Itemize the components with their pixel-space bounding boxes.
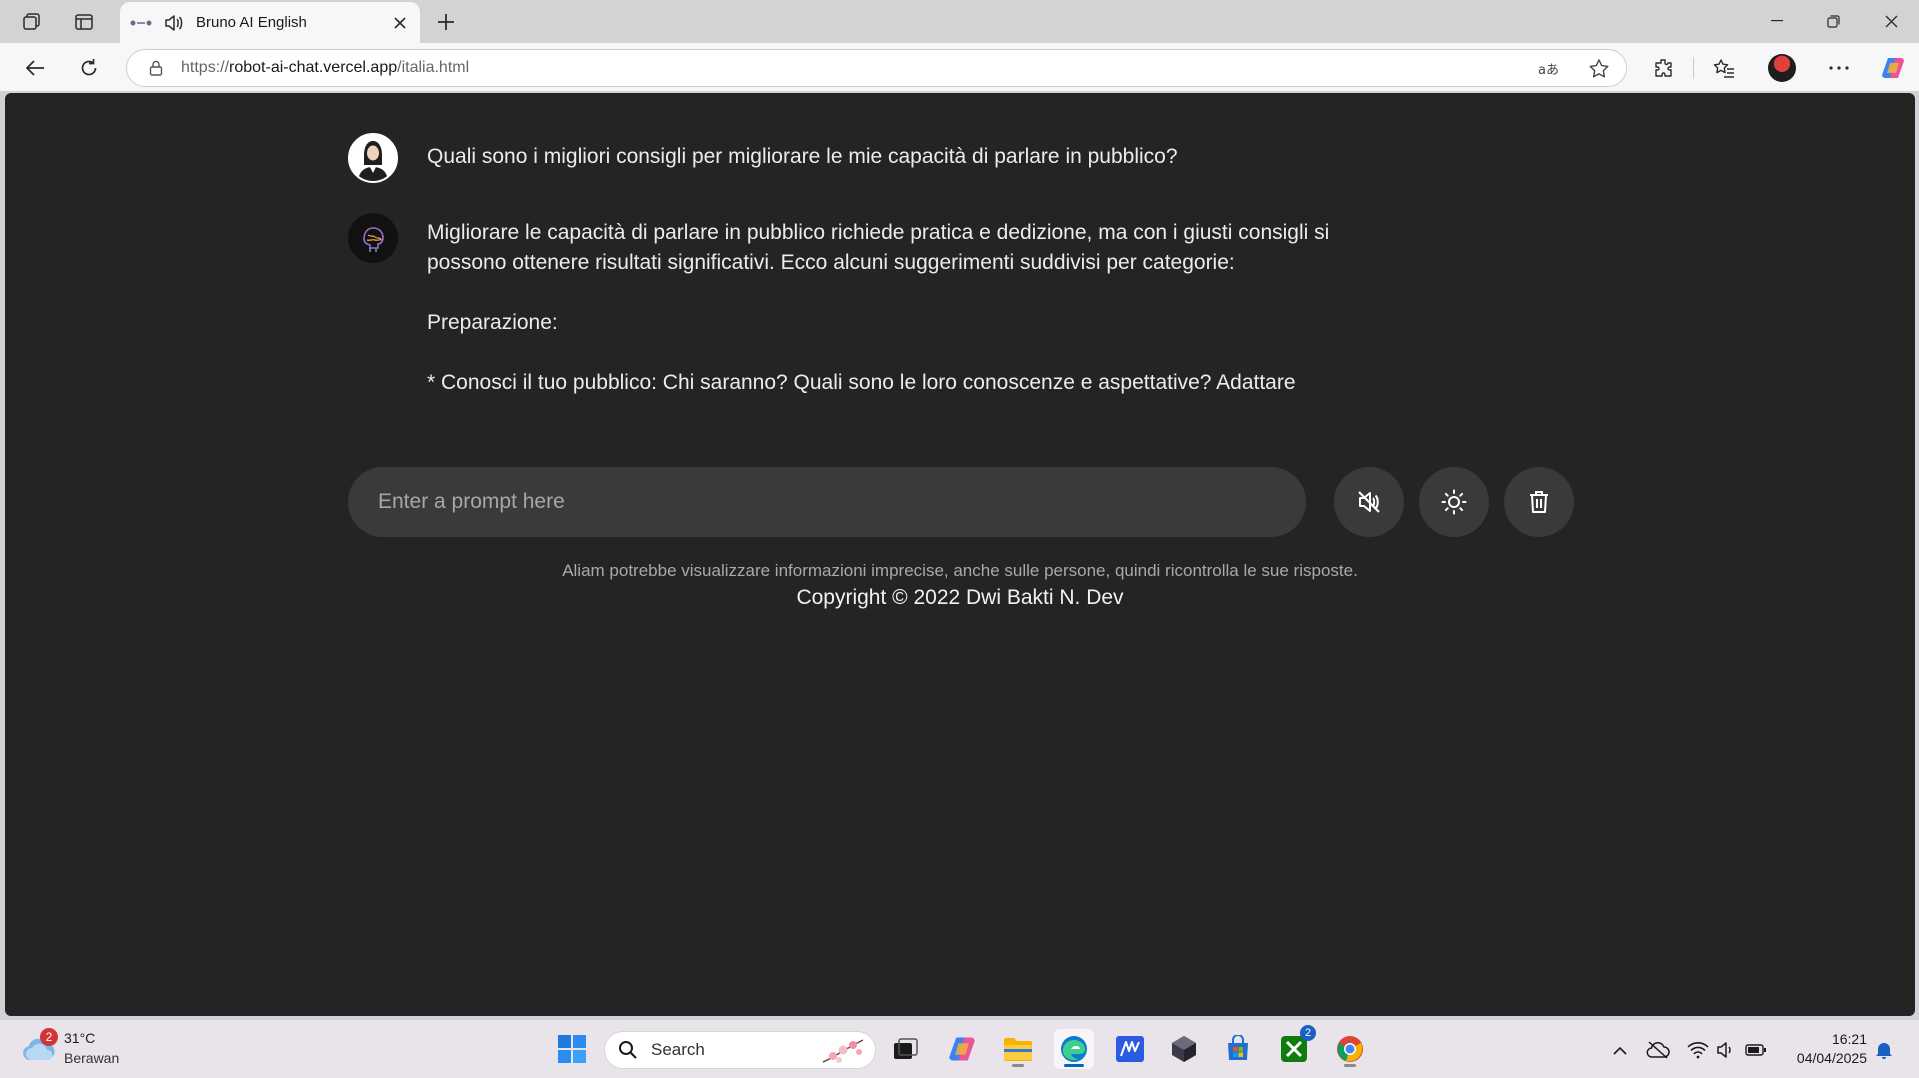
notification-bell-icon[interactable]	[1872, 1038, 1896, 1062]
volume-icon[interactable]	[1714, 1038, 1738, 1062]
close-tab-icon[interactable]	[386, 9, 414, 37]
read-aloud-translate-icon[interactable]: aあ	[1537, 57, 1561, 81]
word-editor-app-icon[interactable]	[1110, 1029, 1150, 1069]
file-explorer-icon[interactable]	[998, 1029, 1038, 1069]
bot-message: Migliorare le capacità di parlare in pub…	[348, 213, 1408, 428]
copilot-icon[interactable]	[1876, 51, 1910, 85]
bot-paragraph: Preparazione:	[427, 311, 558, 334]
lock-icon[interactable]	[147, 59, 165, 77]
extensions-icon[interactable]	[1646, 51, 1680, 85]
taskbar-search[interactable]: Search	[604, 1031, 876, 1069]
search-label: Search	[651, 1040, 705, 1059]
chat-page: Quali sono i migliori consigli per migli…	[5, 93, 1915, 1016]
microsoft-store-icon[interactable]	[1218, 1029, 1258, 1069]
speaker-muted-icon	[1358, 491, 1380, 513]
user-avatar	[348, 133, 398, 183]
url-text[interactable]: https://robot-ai-chat.vercel.app/italia.…	[181, 59, 469, 77]
active-tab[interactable]: Bruno AI English	[120, 2, 420, 43]
bot-brain-avatar	[348, 213, 398, 263]
battery-icon[interactable]	[1744, 1038, 1768, 1062]
copilot-app-icon[interactable]	[942, 1029, 982, 1069]
bot-message-text: Migliorare le capacità di parlare in pub…	[427, 218, 1407, 428]
new-tab-plus-icon[interactable]	[432, 8, 460, 36]
workspaces-icon[interactable]	[16, 8, 48, 36]
task-view-icon[interactable]	[886, 1029, 926, 1069]
trash-icon	[1530, 491, 1548, 513]
refresh-icon[interactable]	[72, 51, 106, 85]
weather-condition: Berawan	[64, 1050, 120, 1066]
system-clock[interactable]: 16:21 04/04/2025	[1797, 1030, 1867, 1068]
search-highlight-blossom-icon	[822, 1039, 864, 1063]
tab-actions-icon[interactable]	[68, 8, 100, 36]
show-hidden-icons-chevron-icon[interactable]	[1608, 1038, 1632, 1062]
browser-toolbar: https://robot-ai-chat.vercel.app/italia.…	[0, 43, 1919, 91]
copyright-text: Copyright © 2022 Dwi Bakti N. Dev	[796, 586, 1124, 609]
restore-window-icon[interactable]	[1810, 6, 1856, 36]
windows-taskbar: 2 31°C Berawan Search 2 16:21 04/04/2025	[0, 1020, 1919, 1078]
xbox-notification-badge: 2	[1300, 1025, 1316, 1041]
clock-time: 16:21	[1831, 1031, 1867, 1047]
tab-strip: Bruno AI English	[0, 0, 1919, 43]
search-icon	[617, 1039, 639, 1061]
bot-paragraph: * Conosci il tuo pubblico: Chi saranno? …	[427, 371, 1296, 394]
chrome-browser-icon[interactable]	[1330, 1029, 1370, 1069]
temperature: 31°C	[64, 1030, 96, 1046]
edge-browser-icon[interactable]	[1054, 1029, 1094, 1069]
bot-paragraph: Migliorare le capacità di parlare in pub…	[427, 221, 1330, 274]
prompt-input[interactable]	[378, 490, 1258, 514]
site-favicon-icon	[130, 16, 152, 30]
tab-title: Bruno AI English	[196, 14, 307, 31]
xbox-app-icon[interactable]: 2	[1274, 1025, 1316, 1069]
onedrive-offline-icon[interactable]	[1646, 1038, 1670, 1062]
toolbar-divider	[1693, 57, 1694, 79]
wifi-icon[interactable]	[1686, 1038, 1710, 1062]
favorite-star-icon[interactable]	[1587, 57, 1611, 81]
cube-app-icon[interactable]	[1164, 1029, 1204, 1069]
profile-avatar[interactable]	[1765, 51, 1799, 85]
theme-toggle-button[interactable]	[1419, 467, 1489, 537]
close-window-icon[interactable]	[1868, 6, 1914, 36]
windows-start-icon[interactable]	[552, 1029, 592, 1069]
user-message: Quali sono i migliori consigli per migli…	[348, 133, 1408, 183]
tab-audio-speaker-icon[interactable]	[162, 12, 184, 34]
user-message-text: Quali sono i migliori consigli per migli…	[427, 145, 1178, 168]
prompt-box	[348, 467, 1306, 537]
weather-alert-badge: 2	[40, 1028, 58, 1046]
more-options-icon[interactable]	[1822, 51, 1856, 85]
prompt-row	[348, 467, 1578, 537]
weather-widget[interactable]: 2 31°C Berawan	[22, 1028, 142, 1070]
back-arrow-icon[interactable]	[18, 51, 52, 85]
delete-chat-button[interactable]	[1504, 467, 1574, 537]
active-indicator	[1064, 1064, 1084, 1067]
address-bar[interactable]: https://robot-ai-chat.vercel.app/italia.…	[126, 49, 1627, 87]
running-indicator	[1344, 1064, 1356, 1067]
sun-icon	[1441, 489, 1467, 515]
minimize-window-icon[interactable]	[1754, 6, 1800, 36]
clock-date: 04/04/2025	[1796, 1050, 1867, 1066]
favorites-list-icon[interactable]	[1707, 51, 1741, 85]
svg-text:aあ: aあ	[1538, 63, 1559, 78]
disclaimer-text: Aliam potrebbe visualizzare informazioni…	[562, 561, 1358, 580]
mute-voice-button[interactable]	[1334, 467, 1404, 537]
running-indicator	[1012, 1064, 1024, 1067]
